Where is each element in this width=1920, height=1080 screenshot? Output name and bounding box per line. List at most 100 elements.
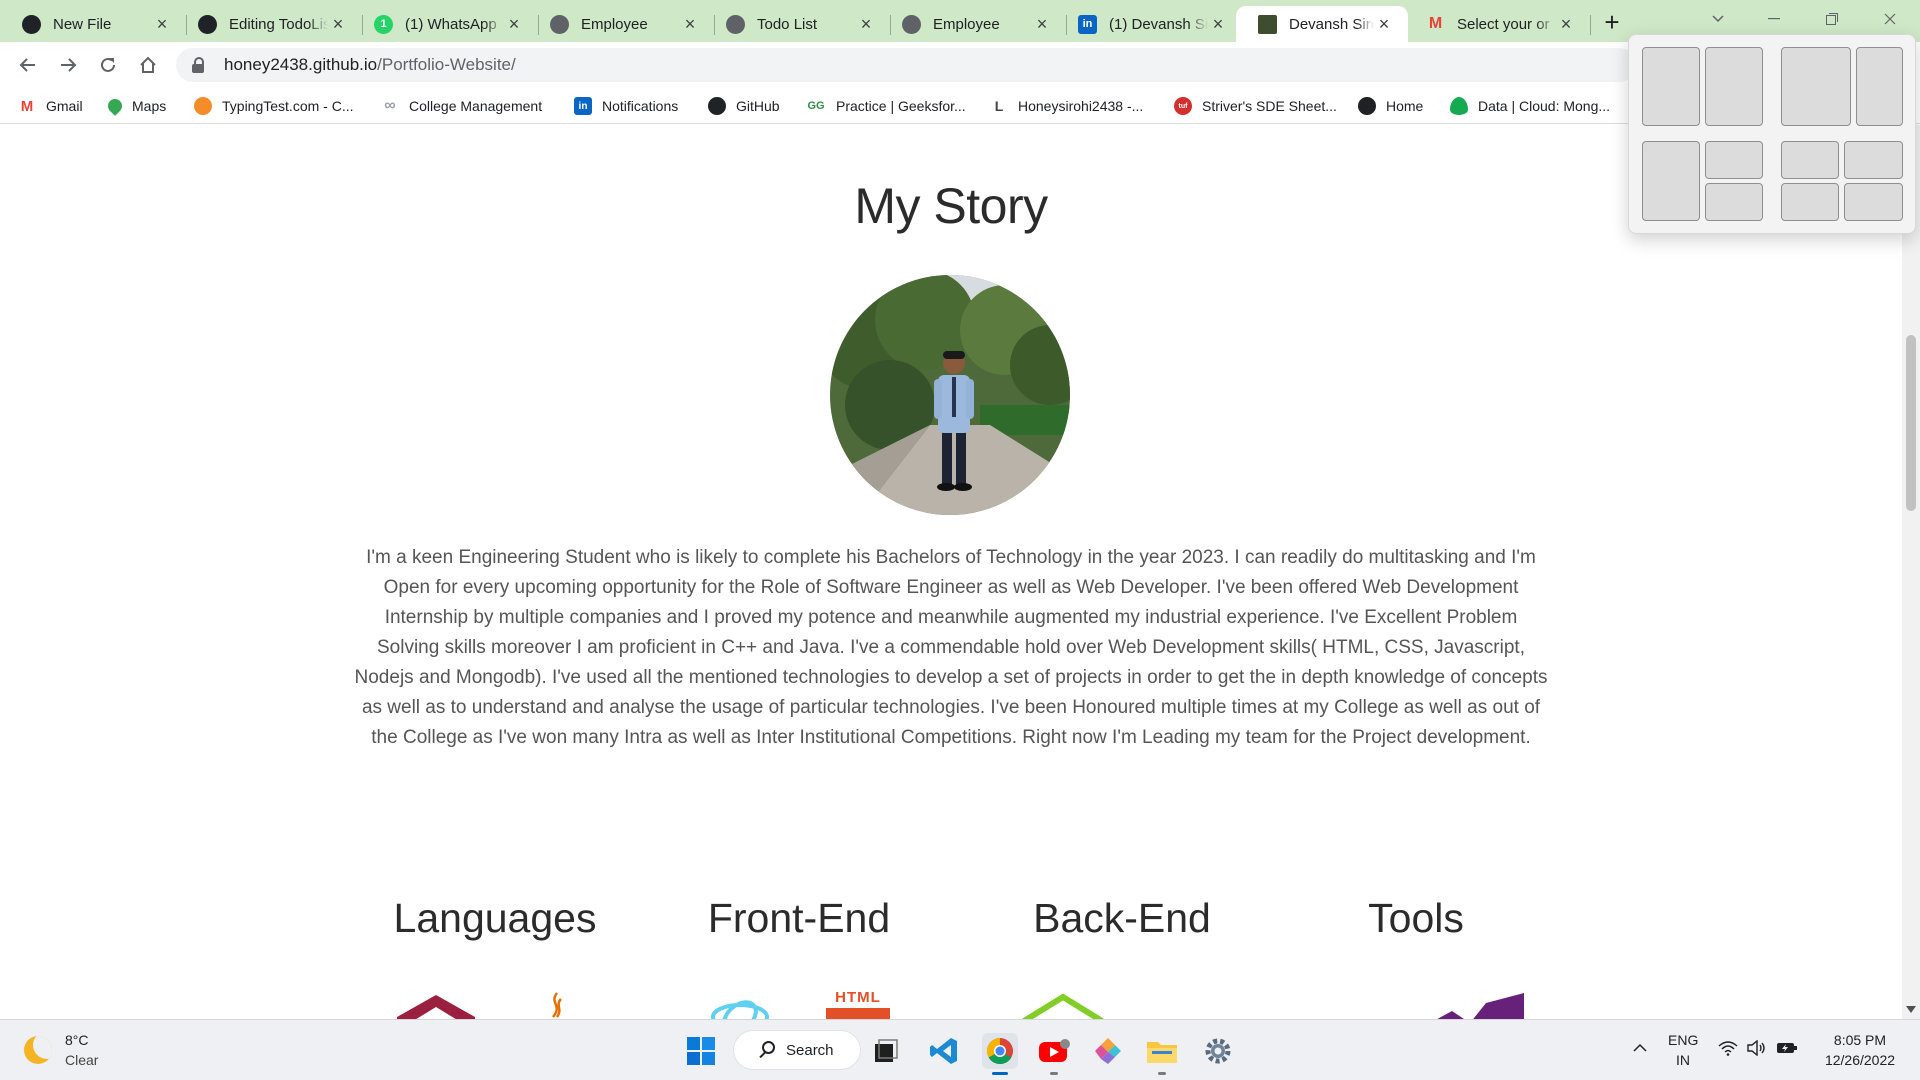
- taskbar-git-app[interactable]: [1090, 1033, 1126, 1069]
- tab-employee[interactable]: Employee ×: [528, 6, 715, 42]
- bookmark-gmail[interactable]: M Gmail: [18, 94, 83, 118]
- home-button[interactable]: [134, 51, 162, 79]
- bookmark-notifications[interactable]: in Notifications: [574, 94, 678, 118]
- windows-taskbar: 8°C Clear Search ENG IN 8:05 PM 12/26/20…: [0, 1019, 1920, 1080]
- bookmark-label: Striver's SDE Sheet...: [1202, 98, 1337, 114]
- snap-layout-bottom-right[interactable]: [1705, 183, 1763, 221]
- striver-icon: tuf: [1174, 97, 1192, 115]
- gmail-icon: M: [1428, 15, 1443, 32]
- snap-layout-wide-left[interactable]: [1781, 47, 1851, 126]
- bookmark-label: Notifications: [602, 98, 679, 114]
- home-globe-icon: [1358, 97, 1376, 115]
- windows-logo-icon: [687, 1037, 715, 1065]
- taskbar-vscode[interactable]: [926, 1033, 962, 1069]
- forward-button[interactable]: [54, 51, 82, 79]
- bookmark-striver-sheet[interactable]: tuf Striver's SDE Sheet...: [1174, 94, 1337, 118]
- close-window-icon[interactable]: [1870, 4, 1910, 34]
- clock-time[interactable]: 8:05 PM: [1820, 1032, 1900, 1048]
- snap-layout-left-column[interactable]: [1642, 141, 1700, 221]
- minimize-icon[interactable]: [1754, 4, 1794, 34]
- close-icon[interactable]: ×: [1374, 14, 1394, 34]
- region-indicator[interactable]: IN: [1676, 1052, 1690, 1068]
- close-icon[interactable]: ×: [1556, 14, 1576, 34]
- snap-layouts-flyout: [1628, 34, 1916, 234]
- vscode-icon: [930, 1038, 957, 1064]
- moon-weather-icon[interactable]: [24, 1036, 52, 1064]
- infinity-icon: ∞: [384, 97, 396, 114]
- snap-layout-quad-bottom-left[interactable]: [1781, 183, 1839, 221]
- snap-layout-quad-bottom-right[interactable]: [1844, 183, 1903, 221]
- bookmark-mongodb[interactable]: Data | Cloud: Mong...: [1450, 94, 1610, 118]
- new-tab-button[interactable]: +: [1598, 7, 1626, 37]
- bookmark-geeksforgeeks[interactable]: GG Practice | Geeksfor...: [806, 94, 965, 118]
- java-logo-icon: [551, 992, 562, 1018]
- bookmark-label: GitHub: [736, 98, 780, 114]
- chrome-icon: [986, 1037, 1013, 1065]
- bookmark-leetcode[interactable]: L Honeysirohi2438 -...: [990, 94, 1144, 118]
- task-view-button[interactable]: [868, 1033, 904, 1069]
- cpp-logo-icon: [397, 995, 475, 1019]
- close-icon[interactable]: ×: [152, 14, 172, 34]
- taskbar-file-explorer[interactable]: [1144, 1033, 1180, 1075]
- geeksforgeeks-icon: GG: [807, 100, 825, 112]
- chevron-up-icon: [1633, 1043, 1647, 1052]
- show-hidden-icons-button[interactable]: [1632, 1040, 1648, 1056]
- page-scrollbar[interactable]: [1902, 125, 1920, 1019]
- bookmark-home[interactable]: Home: [1358, 94, 1423, 118]
- taskbar-chrome[interactable]: [982, 1033, 1018, 1075]
- volume-icon[interactable]: [1746, 1039, 1766, 1059]
- restore-icon[interactable]: [1812, 4, 1852, 34]
- tab-linkedin[interactable]: in (1) Devansh Sirohi ×: [1056, 6, 1243, 42]
- back-button[interactable]: [14, 51, 42, 79]
- whatsapp-icon: 1: [374, 14, 393, 34]
- snap-layout-half-right[interactable]: [1705, 47, 1763, 126]
- tab-editing-todolist[interactable]: Editing TodoList ×: [176, 6, 363, 42]
- bookmark-github[interactable]: GitHub: [708, 94, 780, 118]
- taskbar-youtube[interactable]: [1036, 1033, 1072, 1075]
- tab-portfolio-active[interactable]: Devansh Sirohi ×: [1236, 6, 1408, 42]
- close-icon[interactable]: ×: [680, 14, 700, 34]
- tab-gmail[interactable]: M Select your or ×: [1404, 6, 1591, 42]
- close-icon[interactable]: ×: [1208, 14, 1228, 34]
- close-icon[interactable]: ×: [1032, 14, 1052, 34]
- tab-title: Employee: [581, 15, 648, 33]
- folder-icon: [1147, 1042, 1177, 1063]
- start-button[interactable]: [683, 1033, 719, 1069]
- reload-button[interactable]: [94, 51, 122, 79]
- bookmark-typingtest[interactable]: TypingTest.com - C...: [194, 94, 353, 118]
- scrollbar-thumb[interactable]: [1906, 335, 1916, 511]
- taskbar-settings[interactable]: [1200, 1033, 1236, 1069]
- search-icon: [762, 1041, 775, 1054]
- address-bar[interactable]: honey2438.github.io/Portfolio-Website/: [176, 48, 1636, 82]
- snap-layout-top-right[interactable]: [1705, 141, 1763, 179]
- tab-whatsapp[interactable]: 1 (1) WhatsApp ×: [352, 6, 539, 42]
- snap-layout-narrow-right[interactable]: [1856, 47, 1903, 126]
- clock-date[interactable]: 12/26/2022: [1812, 1052, 1908, 1068]
- snap-layout-half-left[interactable]: [1642, 47, 1700, 126]
- tab-title: (1) WhatsApp: [405, 15, 497, 33]
- taskbar-search[interactable]: Search: [734, 1031, 860, 1069]
- battery-charging-icon[interactable]: [1776, 1041, 1798, 1058]
- snap-layout-quad-top-left[interactable]: [1781, 141, 1839, 179]
- weather-condition[interactable]: Clear: [65, 1052, 98, 1068]
- html-logo-text: HTML: [835, 989, 881, 1006]
- diamond-app-icon: [1095, 1038, 1121, 1064]
- tab-new-file[interactable]: New File ×: [0, 6, 187, 42]
- tab-search-icon[interactable]: [1698, 4, 1738, 34]
- tab-title: Select your or: [1457, 15, 1550, 33]
- wifi-icon[interactable]: [1718, 1040, 1738, 1059]
- tab-employee-2[interactable]: Employee ×: [880, 6, 1067, 42]
- close-icon[interactable]: ×: [856, 14, 876, 34]
- close-icon[interactable]: ×: [504, 14, 524, 34]
- lock-icon: [192, 57, 206, 73]
- language-indicator[interactable]: ENG: [1668, 1032, 1698, 1048]
- scroll-down-arrow-icon[interactable]: [1906, 1005, 1916, 1015]
- weather-temperature[interactable]: 8°C: [65, 1032, 89, 1048]
- tab-title: Todo List: [757, 15, 818, 33]
- snap-layout-quad-top-right[interactable]: [1844, 141, 1903, 179]
- bookmark-college-management[interactable]: ∞ College Management: [381, 94, 542, 118]
- arrow-left-icon: [19, 58, 35, 72]
- tab-todo-list[interactable]: Todo List ×: [704, 6, 891, 42]
- bookmark-maps[interactable]: Maps: [105, 94, 166, 118]
- close-icon[interactable]: ×: [328, 14, 348, 34]
